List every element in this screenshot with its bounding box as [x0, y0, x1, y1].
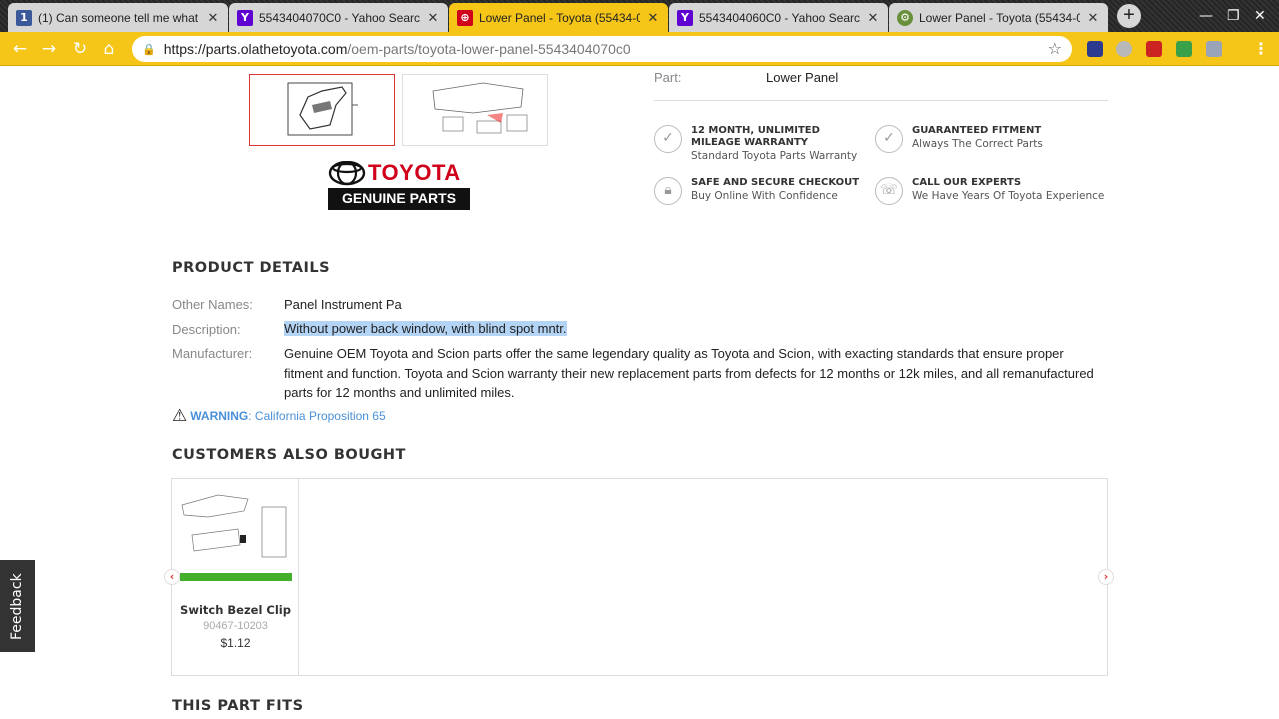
product-card-name[interactable]: Switch Bezel Clip	[172, 603, 299, 617]
description-label: Description:	[172, 322, 241, 337]
close-icon[interactable]: ✕	[426, 10, 440, 26]
home-icon[interactable]: ⌂	[98, 38, 120, 60]
close-icon[interactable]: ✕	[646, 10, 660, 26]
address-bar[interactable]: 🔒 https://parts.olathetoyota.com/oem-par…	[132, 36, 1072, 62]
tab-title: Lower Panel - Toyota (55434-0	[479, 10, 640, 25]
carousel-next-arrow-icon[interactable]: ›	[1098, 569, 1114, 585]
other-names-label: Other Names:	[172, 297, 253, 312]
tab-title: (1) Can someone tell me what t	[38, 10, 200, 25]
logo-genuine-parts-text: GENUINE PARTS	[341, 190, 457, 206]
other-names-value: Panel Instrument Pa	[284, 297, 402, 312]
facebook-notif-icon: 1	[16, 9, 32, 26]
extension-flag-icon[interactable]	[1087, 41, 1103, 57]
carousel-prev-arrow-icon[interactable]: ‹	[164, 569, 180, 585]
logo-brand-text: TOYOTA	[368, 160, 461, 185]
switch-bezel-clip-diagram	[180, 494, 292, 581]
new-tab-button[interactable]: +	[1117, 4, 1141, 28]
back-arrow-icon[interactable]: ←	[9, 38, 31, 60]
url-host: https://parts.olathetoyota.com	[163, 41, 348, 57]
feature-title: GUARANTEED FITMENT	[912, 125, 1042, 136]
product-card-number: 90467-10203	[203, 620, 268, 632]
checkmark-icon: ✓	[875, 125, 903, 153]
lock-icon: 🔒︎	[654, 177, 682, 205]
feature-subtitle: Always The Correct Parts	[912, 138, 1043, 150]
browser-tab-4[interactable]: Y 5543404060C0 - Yahoo Search ✕	[669, 3, 888, 32]
browser-tab-2[interactable]: Y 5543404070C0 - Yahoo Search ✕	[229, 3, 448, 32]
gear-favicon-icon: ⚙	[897, 9, 913, 26]
warning-text: : California Proposition 65	[248, 409, 386, 423]
browser-tab-1[interactable]: 1 (1) Can someone tell me what t ✕	[8, 3, 228, 32]
tab-strip: 1 (1) Can someone tell me what t ✕ Y 554…	[0, 0, 1279, 32]
yahoo-icon: Y	[677, 9, 693, 26]
close-icon[interactable]: ✕	[206, 10, 220, 26]
feature-title: SAFE AND SECURE CHECKOUT	[691, 177, 860, 188]
part-value: Lower Panel	[766, 70, 839, 85]
extension-green-icon[interactable]	[1176, 41, 1192, 57]
prop65-warning-link[interactable]: ⚠ WARNING: California Proposition 65	[172, 406, 386, 426]
toyota-genuine-parts-logo: TOYOTA GENUINE PARTS	[328, 160, 470, 211]
description-value: Without power back window, with blind sp…	[284, 319, 567, 339]
product-thumbnail-1[interactable]	[249, 74, 395, 146]
product-details-heading: PRODUCT DETAILS	[172, 260, 331, 276]
browser-tab-3-active[interactable]: ⊕ Lower Panel - Toyota (55434-0 ✕	[449, 3, 668, 32]
product-thumbnail-2[interactable]	[402, 74, 548, 146]
feedback-tab[interactable]: Feedback	[0, 560, 35, 652]
page-content: TOYOTA GENUINE PARTS Part: Lower Panel ✓…	[0, 67, 1279, 719]
toyota-icon: ⊕	[457, 9, 473, 26]
close-icon[interactable]: ✕	[866, 10, 880, 26]
feature-subtitle: We Have Years Of Toyota Experience	[912, 190, 1105, 202]
tab-title: 5543404070C0 - Yahoo Search	[259, 10, 420, 25]
divider	[654, 100, 1108, 101]
phone-icon: ☏	[875, 177, 903, 205]
url-text: https://parts.olathetoyota.com/oem-parts…	[164, 41, 631, 57]
warning-triangle-icon: ⚠	[172, 406, 188, 426]
feature-title: CALL OUR EXPERTS	[912, 177, 1022, 188]
lock-icon: 🔒	[142, 42, 156, 56]
browser-tab-5[interactable]: ⚙ Lower Panel - Toyota (55434-04 ✕	[889, 3, 1108, 32]
yahoo-icon: Y	[237, 9, 253, 26]
manufacturer-value: Genuine OEM Toyota and Scion parts offer…	[284, 346, 1094, 400]
product-card[interactable]: Switch Bezel Clip 90467-10203 $1.12	[172, 479, 299, 675]
customers-also-bought-heading: CUSTOMERS ALSO BOUGHT	[172, 447, 406, 463]
minimize-icon[interactable]: —	[1199, 8, 1213, 24]
feature-title: 12 MONTH, UNLIMITED MILEAGE WARRANTY	[691, 125, 820, 148]
tab-title: Lower Panel - Toyota (55434-04	[919, 10, 1080, 25]
assembly-diagram-thumb	[432, 82, 528, 134]
extension-gray-icon[interactable]	[1206, 41, 1222, 57]
kebab-menu-icon[interactable]: ⋮	[1253, 39, 1269, 58]
shield-check-icon: ✓	[654, 125, 682, 153]
extension-red-icon[interactable]	[1146, 41, 1162, 57]
description-text-selected: Without power back window, with blind sp…	[284, 321, 567, 336]
part-diagram-thumb	[287, 82, 358, 136]
this-part-fits-heading: THIS PART FITS	[172, 698, 304, 714]
also-bought-carousel: Switch Bezel Clip 90467-10203 $1.12	[171, 478, 1108, 676]
reload-icon[interactable]: ↻	[69, 38, 91, 60]
warning-label: WARNING	[190, 409, 249, 423]
feedback-label: Feedback	[9, 573, 25, 640]
extension-cookie-icon[interactable]	[1116, 41, 1132, 57]
tab-title: 5543404060C0 - Yahoo Search	[699, 10, 860, 25]
feature-subtitle: Buy Online With Confidence	[691, 190, 838, 202]
bookmark-star-icon[interactable]: ☆	[1048, 39, 1062, 58]
close-icon[interactable]: ✕	[1086, 10, 1100, 26]
manufacturer-label: Manufacturer:	[172, 346, 253, 361]
part-label: Part:	[654, 70, 682, 85]
product-card-price: $1.12	[220, 636, 251, 650]
forward-arrow-icon[interactable]: →	[38, 38, 60, 60]
feature-subtitle: Standard Toyota Parts Warranty	[691, 150, 858, 162]
window-close-icon[interactable]: ✕	[1254, 8, 1266, 24]
maximize-icon[interactable]: ❐	[1227, 8, 1240, 24]
browser-toolbar: ← → ↻ ⌂ 🔒 https://parts.olathetoyota.com…	[0, 32, 1279, 66]
url-path: /oem-parts/toyota-lower-panel-5543404070…	[347, 41, 631, 57]
